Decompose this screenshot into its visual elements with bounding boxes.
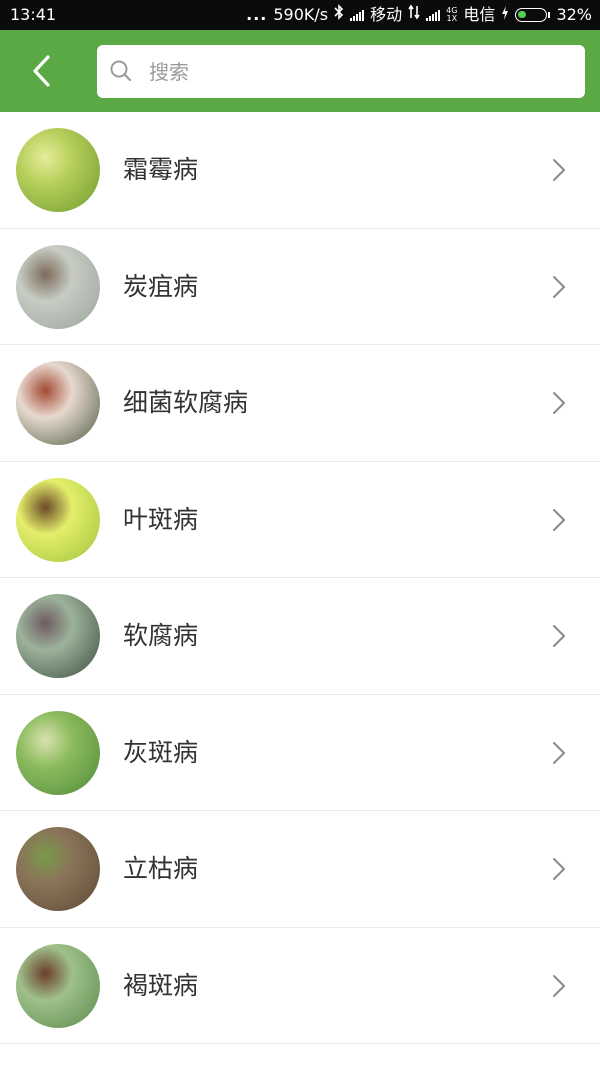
- list-item[interactable]: 软腐病: [0, 578, 600, 695]
- battery-percent: 32%: [556, 5, 592, 24]
- carrier-1-label: 移动: [370, 5, 403, 24]
- network-type-1x: 1X: [446, 14, 458, 23]
- disease-thumbnail: [16, 594, 100, 678]
- disease-thumbnail: [16, 244, 100, 329]
- disease-thumbnail: [16, 128, 100, 212]
- disease-name: 炭疽病: [123, 271, 199, 301]
- charging-icon: [501, 0, 509, 30]
- list-item[interactable]: 细菌软腐病: [0, 345, 600, 462]
- list-item[interactable]: 叶斑病: [0, 462, 600, 578]
- app-header: [0, 30, 600, 112]
- disease-thumbnail: [16, 827, 100, 911]
- chevron-right-icon: [553, 392, 565, 414]
- signal-icon-1: [350, 9, 365, 21]
- disease-name: 软腐病: [123, 621, 199, 650]
- disease-thumbnail: [16, 361, 100, 445]
- list-item[interactable]: 褐斑病: [0, 928, 600, 1044]
- network-speed: 590K/s: [273, 5, 329, 24]
- chevron-left-icon: [33, 55, 50, 87]
- list-item[interactable]: 灰斑病: [0, 695, 600, 811]
- disease-thumbnail: [16, 477, 100, 562]
- disease-name: 叶斑病: [123, 504, 199, 534]
- signal-icon-2: [426, 9, 441, 21]
- disease-name: 霜霉病: [123, 155, 199, 184]
- chevron-right-icon: [553, 159, 565, 181]
- search-input[interactable]: [147, 53, 571, 91]
- network-type: 4G 1X: [446, 7, 457, 23]
- disease-name: 细菌软腐病: [123, 388, 249, 417]
- list-item[interactable]: 立枯病: [0, 811, 600, 928]
- chevron-right-icon: [553, 741, 565, 764]
- disease-list: 霜霉病炭疽病细菌软腐病叶斑病软腐病灰斑病立枯病褐斑病: [0, 112, 600, 1044]
- disease-thumbnail: [16, 710, 100, 795]
- chevron-right-icon: [553, 974, 565, 997]
- list-item[interactable]: 霜霉病: [0, 112, 600, 229]
- status-bar: 13:41 ... 590K/s 移动 4G 1X 电信 32%: [0, 0, 600, 30]
- chevron-right-icon: [553, 858, 565, 880]
- disease-name: 褐斑病: [123, 970, 199, 1000]
- search-icon: [109, 59, 133, 87]
- disease-thumbnail: [16, 943, 100, 1028]
- status-indicators: ... 590K/s 移动 4G 1X 电信 32%: [246, 0, 592, 30]
- notification-dots: ...: [246, 5, 268, 24]
- chevron-right-icon: [553, 275, 565, 298]
- disease-name: 立枯病: [123, 854, 199, 883]
- chevron-right-icon: [553, 625, 565, 647]
- bluetooth-icon: [334, 0, 344, 30]
- battery-icon: [515, 8, 551, 22]
- list-item[interactable]: 炭疽病: [0, 229, 600, 345]
- status-time: 13:41: [10, 5, 57, 24]
- search-box[interactable]: [97, 45, 585, 98]
- chevron-right-icon: [553, 508, 565, 531]
- carrier-2-label: 电信: [463, 5, 496, 24]
- data-transfer-icon: [408, 0, 420, 30]
- disease-name: 灰斑病: [123, 737, 199, 767]
- back-button[interactable]: [18, 50, 64, 92]
